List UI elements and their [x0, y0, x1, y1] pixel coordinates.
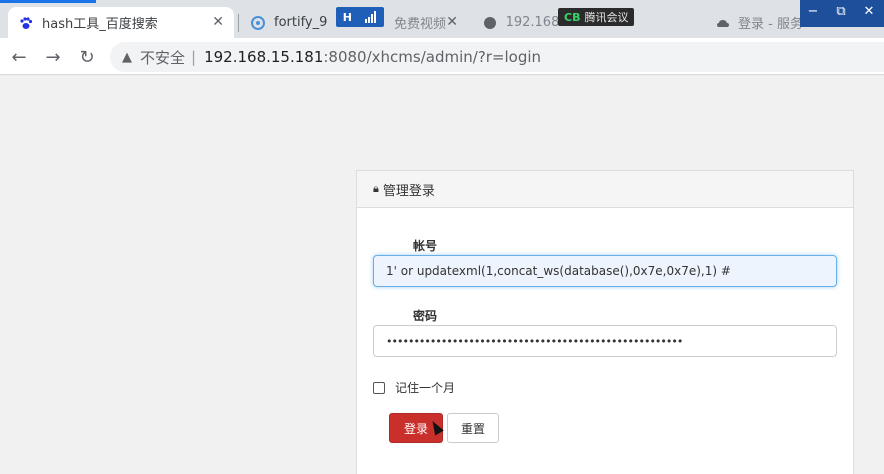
tab-title: 192.168 — [505, 15, 558, 30]
login-panel-header: 🔒︎ 管理登录 — [357, 171, 853, 208]
tab-title: 登录 - 服务中 — [738, 17, 802, 32]
url-path: :8080/xhcms/admin/?r=login — [323, 48, 542, 66]
forward-arrow-icon[interactable]: → — [42, 46, 64, 68]
loading-progress-bar — [0, 0, 96, 3]
tab-strip: hash工具_百度搜索 ✕ fortify_9 免费视频 ✕ 192.168 登… — [0, 0, 884, 38]
meeting-label: 腾讯会议 — [584, 11, 629, 24]
signal-icon — [365, 8, 377, 27]
restore-icon[interactable]: ⧉ — [834, 4, 848, 19]
password-input-value: ••••••••••••••••••••••••••••••••••••••••… — [386, 334, 683, 348]
meeting-logo: CB — [564, 10, 581, 24]
tab-login[interactable]: 登录 - 服务中 — [712, 7, 802, 38]
reset-button[interactable]: 重置 — [447, 413, 499, 443]
address-bar[interactable]: ▲ 不安全 | 192.168.15.181 :8080/xhcms/admin… — [110, 42, 884, 72]
back-arrow-icon[interactable]: ← — [8, 46, 30, 68]
password-label: 密码 — [413, 309, 438, 323]
remember-label: 记住一个月 — [395, 381, 456, 395]
baidu-paw-icon — [18, 15, 34, 31]
account-label: 帐号 — [413, 239, 438, 253]
url-host: 192.168.15.181 — [204, 48, 324, 66]
lock-icon: 🔒︎ — [373, 182, 379, 195]
close-icon[interactable]: ✕ — [212, 14, 224, 30]
browser-toolbar: ← → ↻ ▲ 不安全 | 192.168.15.181 :8080/xhcms… — [0, 38, 884, 75]
globe-icon — [482, 15, 498, 31]
account-input-value: 1' or updatexml(1,concat_ws(database(),0… — [386, 264, 731, 278]
account-input[interactable]: 1' or updatexml(1,concat_ws(database(),0… — [373, 255, 837, 287]
password-input[interactable]: ••••••••••••••••••••••••••••••••••••••••… — [373, 325, 837, 357]
tab-title: 免费视频 — [394, 17, 447, 32]
tab-ip[interactable]: 192.168 — [478, 7, 558, 38]
close-icon[interactable]: ✕ — [446, 14, 458, 30]
cloud-icon — [716, 15, 730, 31]
meeting-badge[interactable]: CB 腾讯会议 — [558, 8, 635, 26]
security-status[interactable]: 不安全 — [140, 47, 185, 68]
tab-divider — [238, 14, 239, 32]
tab-hash-search[interactable]: hash工具_百度搜索 ✕ — [8, 7, 234, 38]
tab-title: hash工具_百度搜索 — [42, 17, 158, 32]
reload-icon[interactable]: ↻ — [76, 46, 98, 68]
tab-free-video[interactable]: 免费视频 ✕ — [392, 7, 462, 38]
tab-fortify[interactable]: fortify_9 — [246, 7, 336, 38]
minimize-icon[interactable]: − — [806, 4, 820, 19]
remember-checkbox[interactable] — [373, 381, 385, 394]
cloud-icon — [250, 15, 266, 31]
window-controls: − ⧉ ✕ — [806, 4, 876, 19]
pin-icon[interactable]: H — [343, 11, 352, 24]
page-background: 🔒︎ 管理登录 帐号 1' or updatexml(1,concat_ws(d… — [0, 76, 884, 474]
address-separator: | — [191, 48, 197, 66]
close-window-icon[interactable]: ✕ — [862, 4, 876, 19]
remember-me[interactable]: 记住一个月 — [373, 379, 455, 396]
tab-title: fortify_9 — [274, 15, 328, 30]
warning-triangle-icon[interactable]: ▲ — [122, 50, 132, 65]
screen-share-toolbar[interactable]: H — [336, 7, 384, 27]
login-heading: 管理登录 — [382, 183, 435, 199]
